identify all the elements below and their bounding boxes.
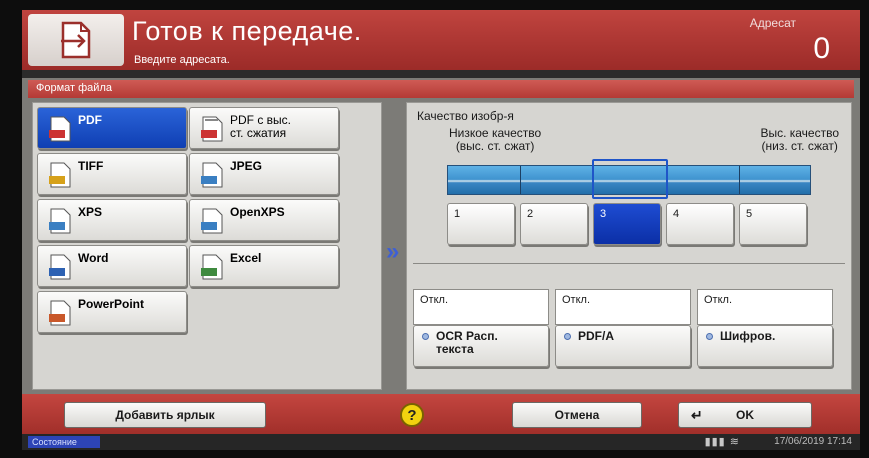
format-label: Word <box>78 251 109 265</box>
word-file-icon <box>49 254 71 280</box>
format-button-pdf-high-compression[interactable]: PDF с выс. ст. сжатия <box>189 107 339 149</box>
chevron-right-icon: » <box>386 238 400 265</box>
format-label: Excel <box>230 251 262 265</box>
ocr-button[interactable]: OCR Расп. текста <box>413 325 549 367</box>
powerpoint-file-icon <box>49 300 71 326</box>
quality-preview-selection <box>592 159 668 199</box>
help-icon[interactable]: ? <box>400 403 424 427</box>
address-label: Адресат <box>749 16 796 30</box>
pdfa-option: Откл. PDF/A <box>555 289 691 381</box>
status-datetime: 17/06/2019 17:14 <box>774 436 852 447</box>
quality-high-label: Выс. качество (низ. ст. сжат) <box>760 126 839 153</box>
format-button-excel[interactable]: Excel <box>189 245 339 287</box>
pdf-compressed-icon <box>201 116 223 142</box>
format-button-pdf[interactable]: PDF <box>37 107 187 149</box>
main-area: Формат файла PDF PDF с выс. ст. сжатия TI… <box>22 78 860 394</box>
format-button-word[interactable]: Word <box>37 245 187 287</box>
encryption-button[interactable]: Шифров. <box>697 325 833 367</box>
radio-dot-icon <box>564 333 571 340</box>
quality-level-4-button[interactable]: 4 <box>666 203 734 245</box>
quality-title: Качество изобр-я <box>417 109 514 123</box>
format-label: OpenXPS <box>230 205 285 219</box>
format-label: XPS <box>78 205 103 219</box>
file-format-panel: PDF PDF с выс. ст. сжатия TIFF JPEG XPS O… <box>32 102 382 390</box>
format-label: PowerPoint <box>78 297 145 311</box>
image-quality-panel: Качество изобр-я Низкое качество (выс. ст… <box>406 102 852 390</box>
status-bar: Состояние ▮▮▮ ≋ 17/06/2019 17:14 <box>22 434 860 450</box>
openxps-file-icon <box>201 208 223 234</box>
format-button-tiff[interactable]: TIFF <box>37 153 187 195</box>
printer-screen: Готов к передаче. Введите адресата. Адре… <box>22 10 860 450</box>
quality-preview-2 <box>521 166 594 194</box>
encryption-option: Откл. Шифров. <box>697 289 833 381</box>
quality-low-label: Низкое качество (выс. ст. сжат) <box>449 126 542 153</box>
format-button-openxps[interactable]: OpenXPS <box>189 199 339 241</box>
header-bar: Готов к передаче. Введите адресата. Адре… <box>22 10 860 70</box>
ok-button[interactable]: ↵ OK <box>678 402 812 428</box>
page-title: Готов к передаче. <box>132 16 362 46</box>
enter-icon: ↵ <box>691 406 703 423</box>
pdfa-button[interactable]: PDF/A <box>555 325 691 367</box>
format-button-xps[interactable]: XPS <box>37 199 187 241</box>
format-label: PDF с выс. ст. сжатия <box>230 113 292 140</box>
page-subtitle: Введите адресата. <box>134 54 230 66</box>
send-document-icon <box>28 14 124 66</box>
format-button-jpeg[interactable]: JPEG <box>189 153 339 195</box>
jpeg-file-icon <box>201 162 223 188</box>
quality-level-3-button[interactable]: 3 <box>593 203 661 245</box>
ocr-option: Откл. OCR Расп. текста <box>413 289 549 381</box>
address-count: 0 <box>813 32 830 65</box>
tiff-file-icon <box>49 162 71 188</box>
format-panel-title: Формат файла <box>28 80 854 98</box>
status-button[interactable]: Состояние <box>28 436 100 448</box>
encryption-status: Откл. <box>697 289 833 325</box>
quality-preview-4 <box>667 166 740 194</box>
quality-level-5-button[interactable]: 5 <box>739 203 807 245</box>
xps-file-icon <box>49 208 71 234</box>
cancel-button[interactable]: Отмена <box>512 402 642 428</box>
divider <box>413 263 845 264</box>
format-button-powerpoint[interactable]: PowerPoint <box>37 291 187 333</box>
pdf-file-icon <box>49 116 71 142</box>
pdfa-status: Откл. <box>555 289 691 325</box>
format-label: JPEG <box>230 159 263 173</box>
ocr-status: Откл. <box>413 289 549 325</box>
quality-level-2-button[interactable]: 2 <box>520 203 588 245</box>
format-label: PDF <box>78 113 102 127</box>
quality-level-1-button[interactable]: 1 <box>447 203 515 245</box>
network-icon: ▮▮▮ ≋ <box>704 436 740 448</box>
quality-preview-5 <box>740 166 810 194</box>
radio-dot-icon <box>422 333 429 340</box>
excel-file-icon <box>201 254 223 280</box>
quality-preview-1 <box>448 166 521 194</box>
radio-dot-icon <box>706 333 713 340</box>
bottom-bar: Добавить ярлык ? Отмена ↵ OK <box>22 394 860 434</box>
add-shortcut-button[interactable]: Добавить ярлык <box>64 402 266 428</box>
format-label: TIFF <box>78 159 104 173</box>
